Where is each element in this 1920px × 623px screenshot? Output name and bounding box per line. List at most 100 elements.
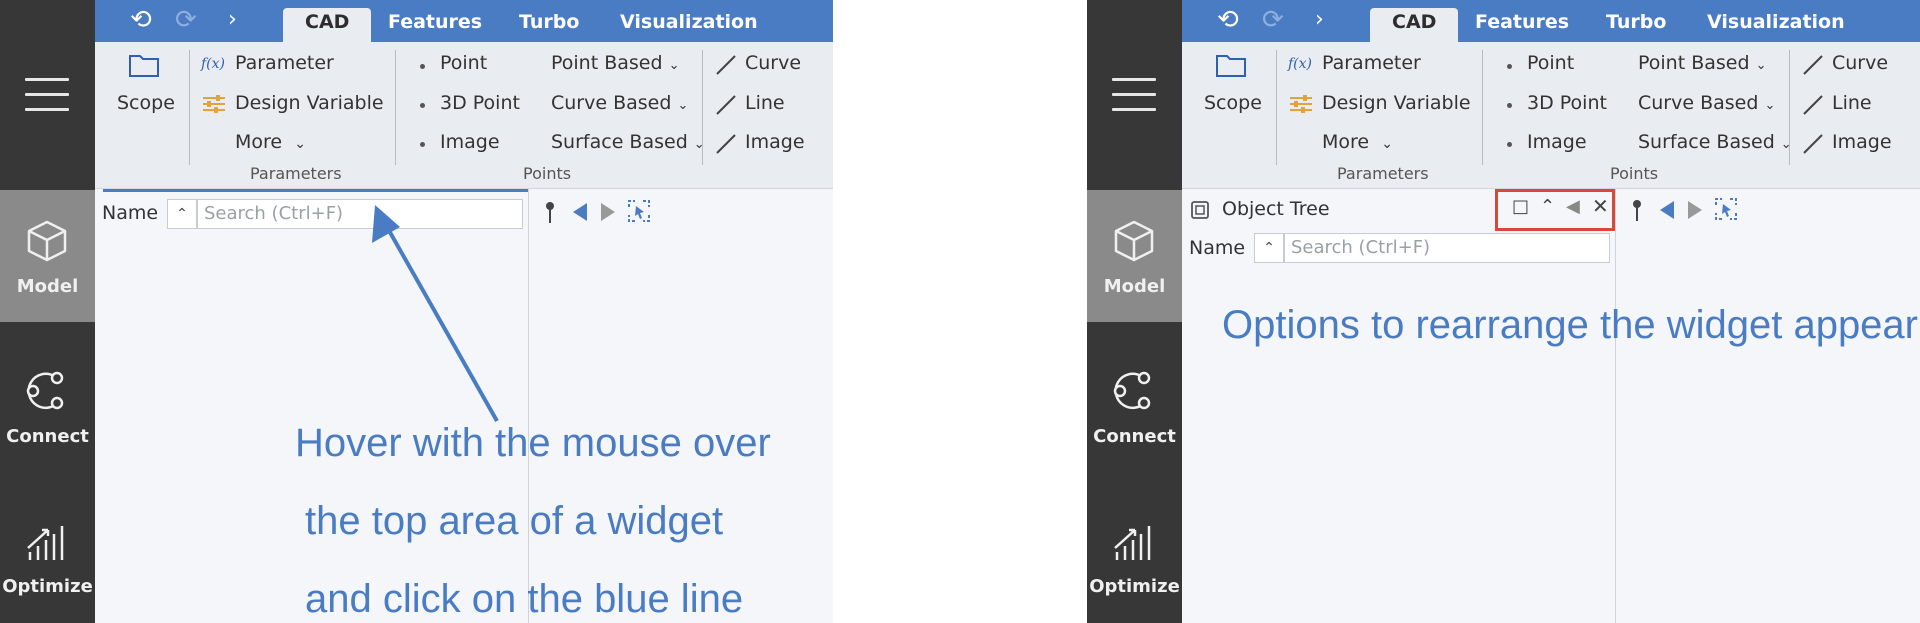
sidebar-item-model[interactable]: Model	[1087, 190, 1182, 322]
annotation-arrow-icon	[372, 205, 499, 422]
workspace: Object Tree □ ⌃ ◀ ✕ Name ⌃ Search (Ctrl+…	[1182, 189, 1920, 623]
chevron-down-icon: ⌄	[294, 136, 306, 152]
dock-left-icon[interactable]: ◀	[1566, 196, 1580, 217]
scope-button[interactable]: Scope	[117, 92, 175, 114]
previous-icon[interactable]	[1658, 199, 1676, 221]
chevron-down-icon: ⌄	[1764, 98, 1776, 113]
sidebar-item-optimize[interactable]: Optimize	[0, 490, 95, 622]
quick-access-bar: ⟲ ⟳ › CAD Features Turbo Visualization	[1182, 0, 1920, 42]
surface-based-label: Surface Based	[1638, 131, 1775, 153]
point-based-dropdown[interactable]: Point Based ⌄	[551, 52, 680, 74]
sliders-icon	[1290, 95, 1312, 113]
curve-button[interactable]: Curve	[745, 52, 801, 74]
panel-divider[interactable]	[1615, 189, 1616, 623]
search-input[interactable]: Search (Ctrl+F)	[1284, 233, 1610, 263]
menu-icon[interactable]	[25, 78, 69, 112]
parameter-button[interactable]: Parameter	[235, 52, 334, 74]
annotation-text: Hover with the mouse over	[295, 421, 771, 465]
tab-cad[interactable]: CAD	[283, 8, 372, 42]
parameter-button[interactable]: Parameter	[1322, 52, 1421, 74]
tab-features[interactable]: Features	[388, 8, 482, 42]
scope-button[interactable]: Scope	[1204, 92, 1262, 114]
point-button[interactable]: Point	[440, 52, 487, 74]
curve-based-label: Curve Based	[551, 92, 672, 114]
point-based-label: Point Based	[551, 52, 663, 74]
chevron-down-icon: ⌄	[1381, 136, 1393, 152]
close-icon[interactable]: ✕	[1592, 194, 1609, 218]
sidebar-item-connect[interactable]: Connect	[1087, 340, 1182, 472]
sliders-icon	[203, 95, 225, 113]
curve-based-dropdown[interactable]: Curve Based ⌄	[551, 92, 688, 114]
connect-icon	[26, 371, 64, 410]
redo-icon[interactable]: ⟳	[1262, 3, 1284, 37]
chevron-right-icon[interactable]: ›	[1315, 3, 1324, 37]
more-dropdown[interactable]: More ⌄	[235, 131, 306, 153]
function-icon: f(x)	[201, 56, 226, 72]
widget-icon	[1191, 201, 1209, 219]
more-dropdown[interactable]: More ⌄	[1322, 131, 1393, 153]
design-variable-button[interactable]: Design Variable	[1322, 92, 1471, 114]
screenshot-left: Model Connect Optimize ⟲ ⟳ › CAD Feature…	[0, 0, 833, 623]
panel-divider[interactable]	[528, 189, 529, 623]
sidebar-item-label: Connect	[6, 426, 89, 447]
3d-point-button[interactable]: 3D Point	[1527, 92, 1607, 114]
sidebar-item-optimize[interactable]: Optimize	[1087, 490, 1182, 622]
next-icon[interactable]	[599, 201, 617, 223]
surface-based-dropdown[interactable]: Surface Based ⌄	[1638, 131, 1792, 153]
sidebar-item-connect[interactable]: Connect	[0, 340, 95, 472]
design-variable-button[interactable]: Design Variable	[235, 92, 384, 114]
surface-based-label: Surface Based	[551, 131, 688, 153]
image-button[interactable]: Image	[440, 131, 500, 153]
next-icon[interactable]	[1686, 199, 1704, 221]
fit-view-icon[interactable]	[627, 199, 651, 223]
tab-turbo[interactable]: Turbo	[1606, 8, 1666, 42]
annotation-text: the top area of a widget	[305, 499, 724, 543]
tab-cad[interactable]: CAD	[1370, 8, 1459, 42]
sidebar-item-label: Model	[1103, 276, 1166, 297]
point-button[interactable]: Point	[1527, 52, 1574, 74]
image-button[interactable]: Image	[1527, 131, 1587, 153]
undo-icon[interactable]: ⟲	[1217, 3, 1239, 37]
group-label-parameters: Parameters	[250, 164, 342, 183]
tab-turbo[interactable]: Turbo	[519, 8, 579, 42]
sort-toggle-button[interactable]: ⌃	[1254, 233, 1284, 263]
3d-point-button[interactable]: 3D Point	[440, 92, 520, 114]
line-button[interactable]: Line	[1832, 92, 1872, 114]
surface-based-dropdown[interactable]: Surface Based ⌄	[551, 131, 705, 153]
point-icon	[1507, 103, 1512, 108]
float-window-icon[interactable]: □	[1512, 196, 1529, 217]
tab-visualization[interactable]: Visualization	[1707, 8, 1845, 42]
image-curve-button[interactable]: Image	[745, 131, 805, 153]
sidebar-item-label: Optimize	[2, 576, 93, 597]
menu-icon[interactable]	[1112, 78, 1156, 112]
curve-icon	[716, 55, 736, 75]
tab-visualization[interactable]: Visualization	[620, 8, 758, 42]
fit-view-icon[interactable]	[1714, 197, 1738, 221]
line-button[interactable]: Line	[745, 92, 785, 114]
annotation-text: Options to rearrange the widget appear	[1222, 303, 1918, 347]
chevron-right-icon[interactable]: ›	[228, 3, 237, 37]
chevron-down-icon: ⌄	[693, 137, 705, 152]
chevron-down-icon: ⌄	[677, 98, 689, 113]
redo-icon[interactable]: ⟳	[175, 3, 197, 37]
undo-icon[interactable]: ⟲	[130, 3, 152, 37]
pin-icon[interactable]	[1630, 199, 1644, 223]
sidebar-item-model[interactable]: Model	[0, 190, 95, 322]
sort-toggle-button[interactable]: ⌃	[167, 199, 197, 229]
curve-button[interactable]: Curve	[1832, 52, 1888, 74]
curve-based-dropdown[interactable]: Curve Based ⌄	[1638, 92, 1775, 114]
ribbon: Scope f(x) Parameter Design Variable Mor…	[1182, 42, 1920, 189]
point-icon	[420, 64, 425, 69]
point-icon	[1507, 142, 1512, 147]
image-curve-button[interactable]: Image	[1832, 131, 1892, 153]
chevron-down-icon: ⌄	[1755, 58, 1767, 73]
tab-features[interactable]: Features	[1475, 8, 1569, 42]
chevron-down-icon: ⌄	[668, 58, 680, 73]
previous-icon[interactable]	[571, 201, 589, 223]
group-label-points: Points	[523, 164, 572, 183]
pin-icon[interactable]	[543, 201, 557, 225]
collapse-up-icon[interactable]: ⌃	[1540, 196, 1555, 217]
point-based-dropdown[interactable]: Point Based ⌄	[1638, 52, 1767, 74]
name-column-header: Name	[1189, 237, 1246, 259]
sidebar: Model Connect Optimize	[0, 0, 95, 623]
